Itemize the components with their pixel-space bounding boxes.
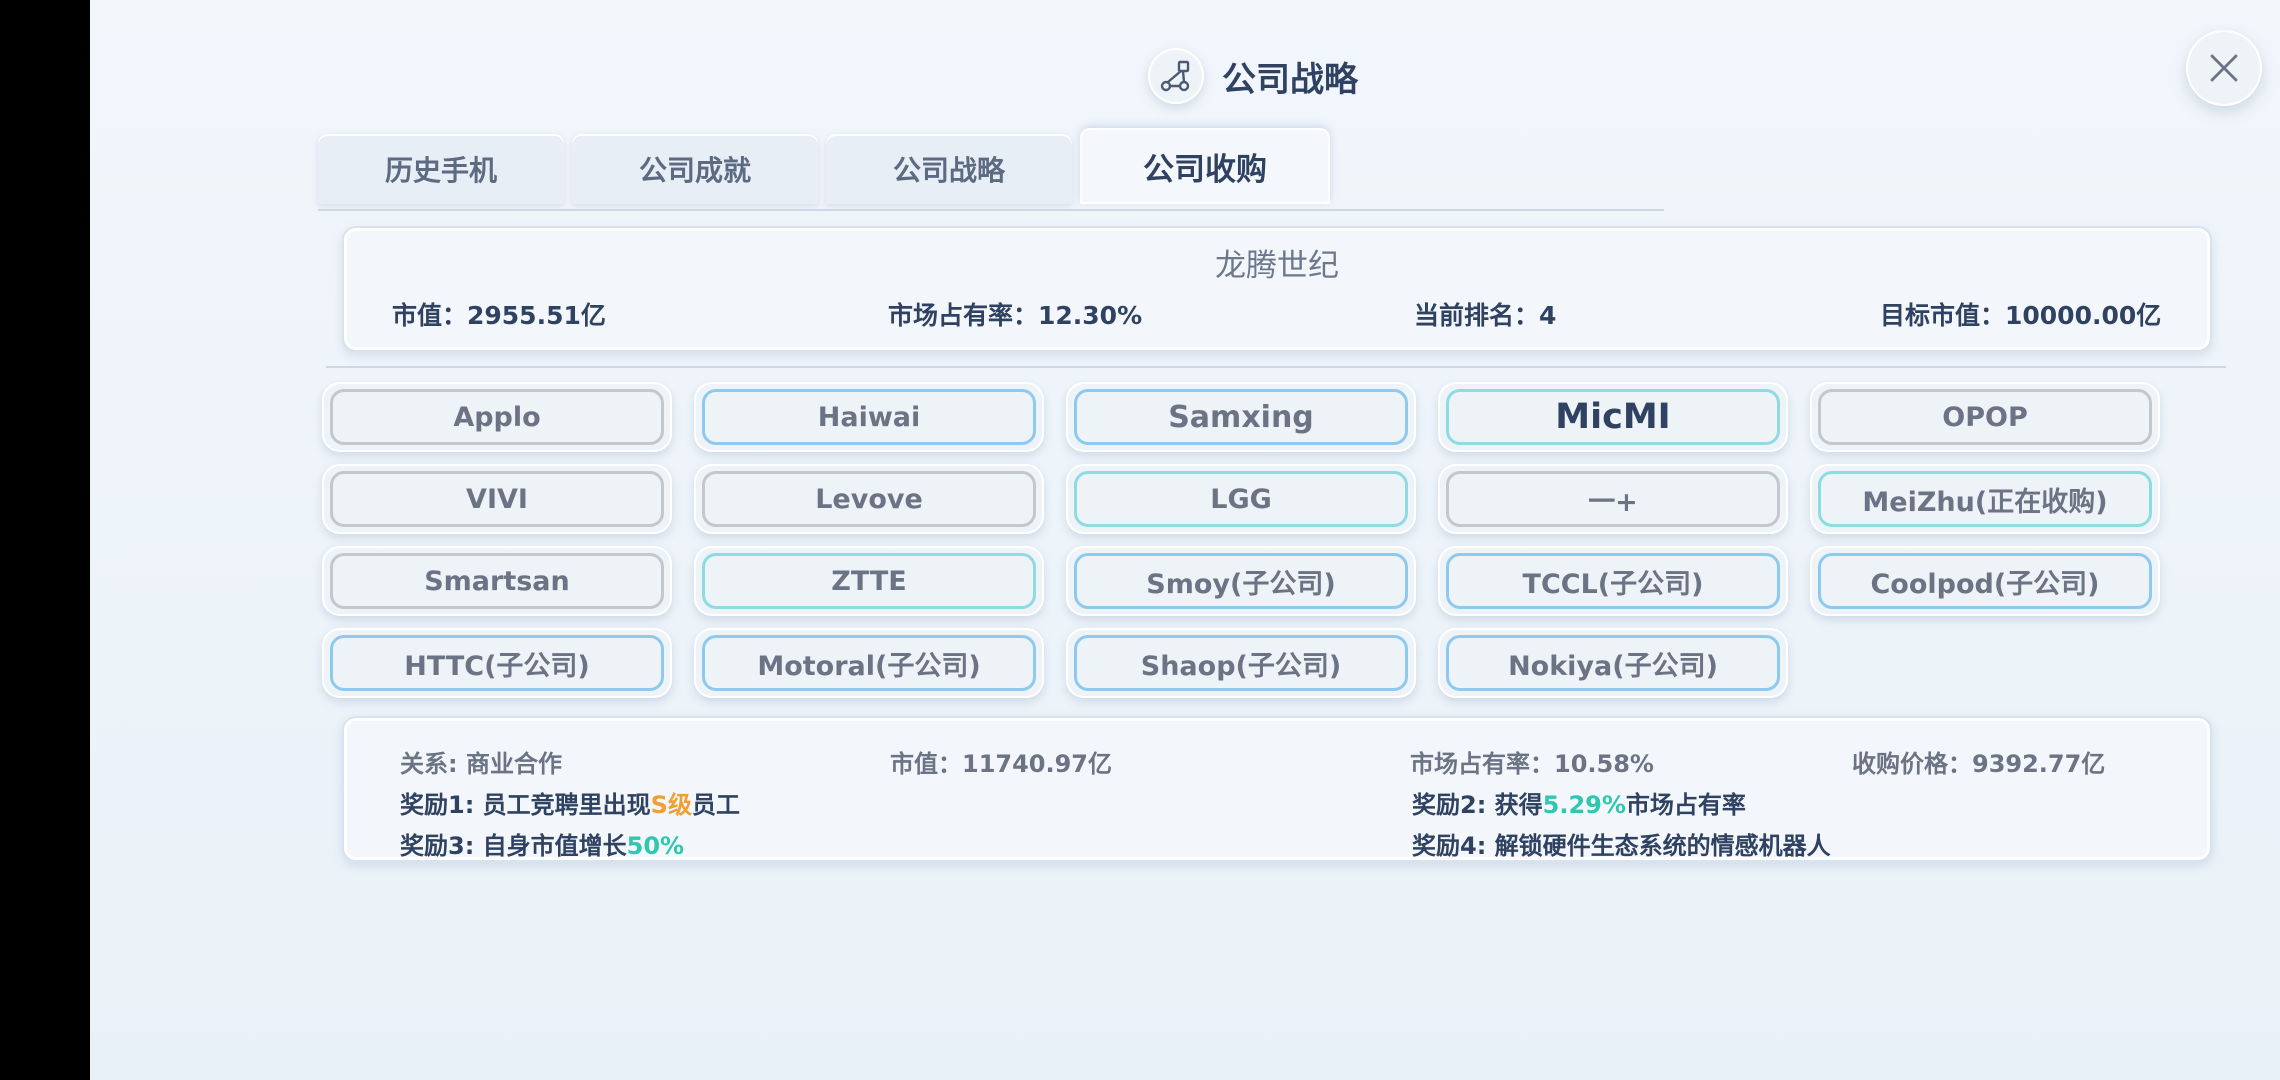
company-label: Levove [702, 471, 1036, 527]
company-rank: 当前排名：4 [1414, 301, 1557, 330]
company-button-smartsan[interactable]: Smartsan [322, 546, 672, 616]
company-button-motoral[interactable]: Motoral(子公司) [694, 628, 1044, 698]
company-market-value: 市值：2955.51亿 [392, 301, 606, 330]
company-button-samxing[interactable]: Samxing [1066, 382, 1416, 452]
company-button-yijia[interactable]: 一+ [1438, 464, 1788, 534]
reward-2-suffix: 市场占有率 [1625, 791, 1746, 819]
tab-bar: 历史手机 公司成就 公司战略 公司收购 [318, 128, 1330, 204]
reward-3-prefix: 奖励3: 自身市值增长 [400, 832, 627, 860]
company-label: Samxing [1074, 389, 1408, 445]
close-button[interactable] [2186, 30, 2262, 106]
page-title: 公司战略 [1222, 59, 1358, 100]
company-label: MeiZhu(正在收购) [1818, 471, 2152, 527]
company-label: Nokiya(子公司) [1446, 635, 1780, 691]
company-label: LGG [1074, 471, 1408, 527]
reward-2: 奖励2: 获得5.29%市场占有率 [1412, 785, 1746, 820]
company-label: OPOP [1818, 389, 2152, 445]
company-label: ZTTE [702, 553, 1036, 609]
company-label: Smartsan [330, 553, 664, 609]
target-market-value: 市值：11740.97亿 [890, 750, 1113, 778]
tab-phone-history[interactable]: 历史手机 [318, 134, 564, 204]
page-header: 公司战略 [1148, 48, 1358, 104]
tab-acquisition[interactable]: 公司收购 [1080, 128, 1330, 204]
company-label: 一+ [1446, 471, 1780, 527]
tab-underline [318, 209, 1664, 211]
company-button-levove[interactable]: Levove [694, 464, 1044, 534]
reward-1-prefix: 奖励1: 员工竞聘里出现 [400, 791, 651, 819]
company-market-share: 市场占有率：12.30% [888, 301, 1143, 330]
company-button-micmi[interactable]: MicMI [1438, 382, 1788, 452]
company-button-smoy[interactable]: Smoy(子公司) [1066, 546, 1416, 616]
company-button-shaop[interactable]: Shaop(子公司) [1066, 628, 1416, 698]
acquisition-price: 收购价格：9392.77亿 [1852, 750, 2106, 778]
company-button-opop[interactable]: OPOP [1810, 382, 2160, 452]
reward-3-highlight: 50% [626, 832, 685, 860]
relation-text: 关系: 商业合作 [400, 750, 562, 778]
acquisition-details-panel: 关系: 商业合作 市值：11740.97亿 市场占有率：10.58% 收购价格：… [342, 716, 2212, 862]
tab-strategy[interactable]: 公司战略 [826, 134, 1072, 204]
company-button-meizhu[interactable]: MeiZhu(正在收购) [1810, 464, 2160, 534]
company-label: Applo [330, 389, 664, 445]
company-label: Smoy(子公司) [1074, 553, 1408, 609]
target-market-share: 市场占有率：10.58% [1410, 750, 1654, 778]
company-button-ztte[interactable]: ZTTE [694, 546, 1044, 616]
reward-1-suffix: 员工 [691, 791, 740, 819]
company-button-tccl[interactable]: TCCL(子公司) [1438, 546, 1788, 616]
company-button-httc[interactable]: HTTC(子公司) [322, 628, 672, 698]
company-info-panel: 龙腾世纪 市值：2955.51亿 市场占有率：12.30% 当前排名：4 目标市… [342, 226, 2212, 352]
company-button-nokiya[interactable]: Nokiya(子公司) [1438, 628, 1788, 698]
tab-achievements[interactable]: 公司成就 [572, 134, 818, 204]
reward-2-highlight: 5.29% [1542, 791, 1626, 819]
reward-1: 奖励1: 员工竞聘里出现S级员工 [400, 785, 740, 820]
section-divider [326, 366, 2226, 368]
reward-1-highlight: S级 [650, 791, 692, 819]
company-target-value: 目标市值：10000.00亿 [1880, 301, 2162, 330]
game-screen: 公司战略 历史手机 公司成就 公司战略 公司收购 龙腾世纪 市值：2955.51… [90, 0, 2280, 1080]
company-button-lgg[interactable]: LGG [1066, 464, 1416, 534]
reward-2-prefix: 奖励2: 获得 [1412, 791, 1543, 819]
company-button-vivi[interactable]: VIVI [322, 464, 672, 534]
company-label: MicMI [1446, 389, 1780, 445]
reward-3: 奖励3: 自身市值增长50% [400, 826, 684, 861]
company-label: TCCL(子公司) [1446, 553, 1780, 609]
company-label: Motoral(子公司) [702, 635, 1036, 691]
company-label: HTTC(子公司) [330, 635, 664, 691]
company-button-applo[interactable]: Applo [322, 382, 672, 452]
company-name: 龙腾世纪 [1215, 248, 1339, 284]
close-icon [2210, 54, 2238, 82]
company-button-coolpod[interactable]: Coolpod(子公司) [1810, 546, 2160, 616]
company-button-haiwai[interactable]: Haiwai [694, 382, 1044, 452]
company-label: VIVI [330, 471, 664, 527]
company-grid: Applo Haiwai Samxing MicMI OPOP VIVI Lev… [322, 382, 2160, 698]
company-label: Haiwai [702, 389, 1036, 445]
company-label: Shaop(子公司) [1074, 635, 1408, 691]
company-label: Coolpod(子公司) [1818, 553, 2152, 609]
reward-4: 奖励4: 解锁硬件生态系统的情感机器人 [1412, 832, 1831, 860]
network-icon [1148, 48, 1204, 104]
